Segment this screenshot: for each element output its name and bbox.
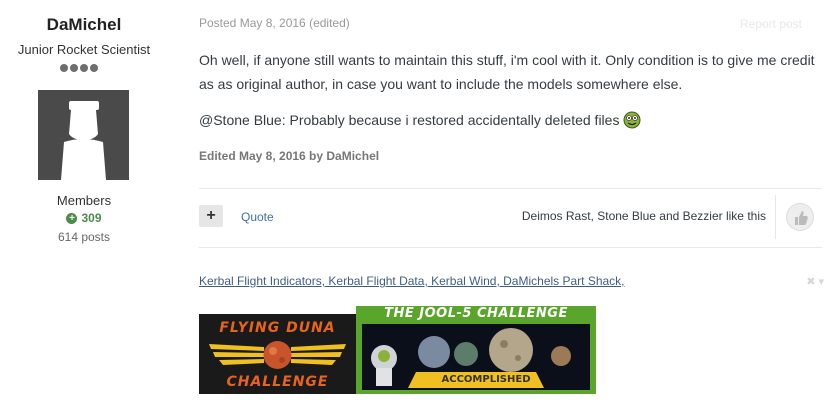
post-paragraph: Oh well, if anyone still wants to mainta…	[199, 52, 815, 92]
quote-button[interactable]: Quote	[241, 210, 274, 224]
author-panel: DaMichel Junior Rocket Scientist Members…	[0, 0, 168, 408]
avatar[interactable]	[38, 90, 129, 180]
jool-5-challenge-banner[interactable]: THE JOOL-5 CHALLENGE ACCOMPLISHED	[356, 306, 596, 394]
divider	[199, 247, 822, 248]
plus-circle-icon: +	[66, 212, 78, 224]
rank-pip	[60, 64, 68, 72]
reputation[interactable]: + 309	[0, 211, 168, 225]
divider	[199, 188, 822, 189]
likes-summary[interactable]: Deimos Rast, Stone Blue and Bezzier like…	[522, 209, 766, 223]
banner-title: FLYING DUNA	[219, 320, 336, 336]
thumbs-up-icon	[795, 211, 808, 225]
rank-pip	[70, 64, 78, 72]
like-button[interactable]	[786, 203, 814, 231]
flying-duna-challenge-banner[interactable]: FLYING DUNA CHALLENGE	[199, 314, 356, 394]
hide-signature-button[interactable]: ✖ ▾	[806, 275, 824, 288]
reputation-value: 309	[81, 211, 102, 225]
banner-title: THE JOOL-5 CHALLENGE	[384, 306, 568, 321]
banner-badge: ACCOMPLISHED	[441, 374, 531, 385]
edited-note: Edited May 8, 2016 by DaMichel	[199, 149, 380, 163]
report-post-link[interactable]: Report post	[740, 17, 802, 31]
kerbal-emoji-icon	[623, 111, 641, 129]
rank-pip	[90, 64, 98, 72]
rank-pips	[60, 64, 104, 74]
post-meta: Posted May 8, 2016 (edited)	[199, 16, 350, 30]
author-name[interactable]: DaMichel	[0, 15, 168, 35]
member-group: Members	[56, 193, 112, 208]
author-title: Junior Rocket Scientist	[17, 42, 151, 57]
divider	[775, 195, 776, 239]
multiquote-button[interactable]: +	[199, 205, 223, 227]
signature-links[interactable]: Kerbal Flight Indicators, Kerbal Flight …	[199, 274, 625, 288]
post-paragraph-text: @Stone Blue: Probably because i restored…	[199, 112, 620, 128]
banner-subtitle: CHALLENGE	[226, 374, 329, 390]
rank-pip	[80, 64, 88, 72]
post-count: 614 posts	[57, 230, 111, 244]
post-paragraph: @Stone Blue: Probably because i restored…	[199, 108, 829, 132]
user-silhouette-icon	[38, 90, 129, 180]
